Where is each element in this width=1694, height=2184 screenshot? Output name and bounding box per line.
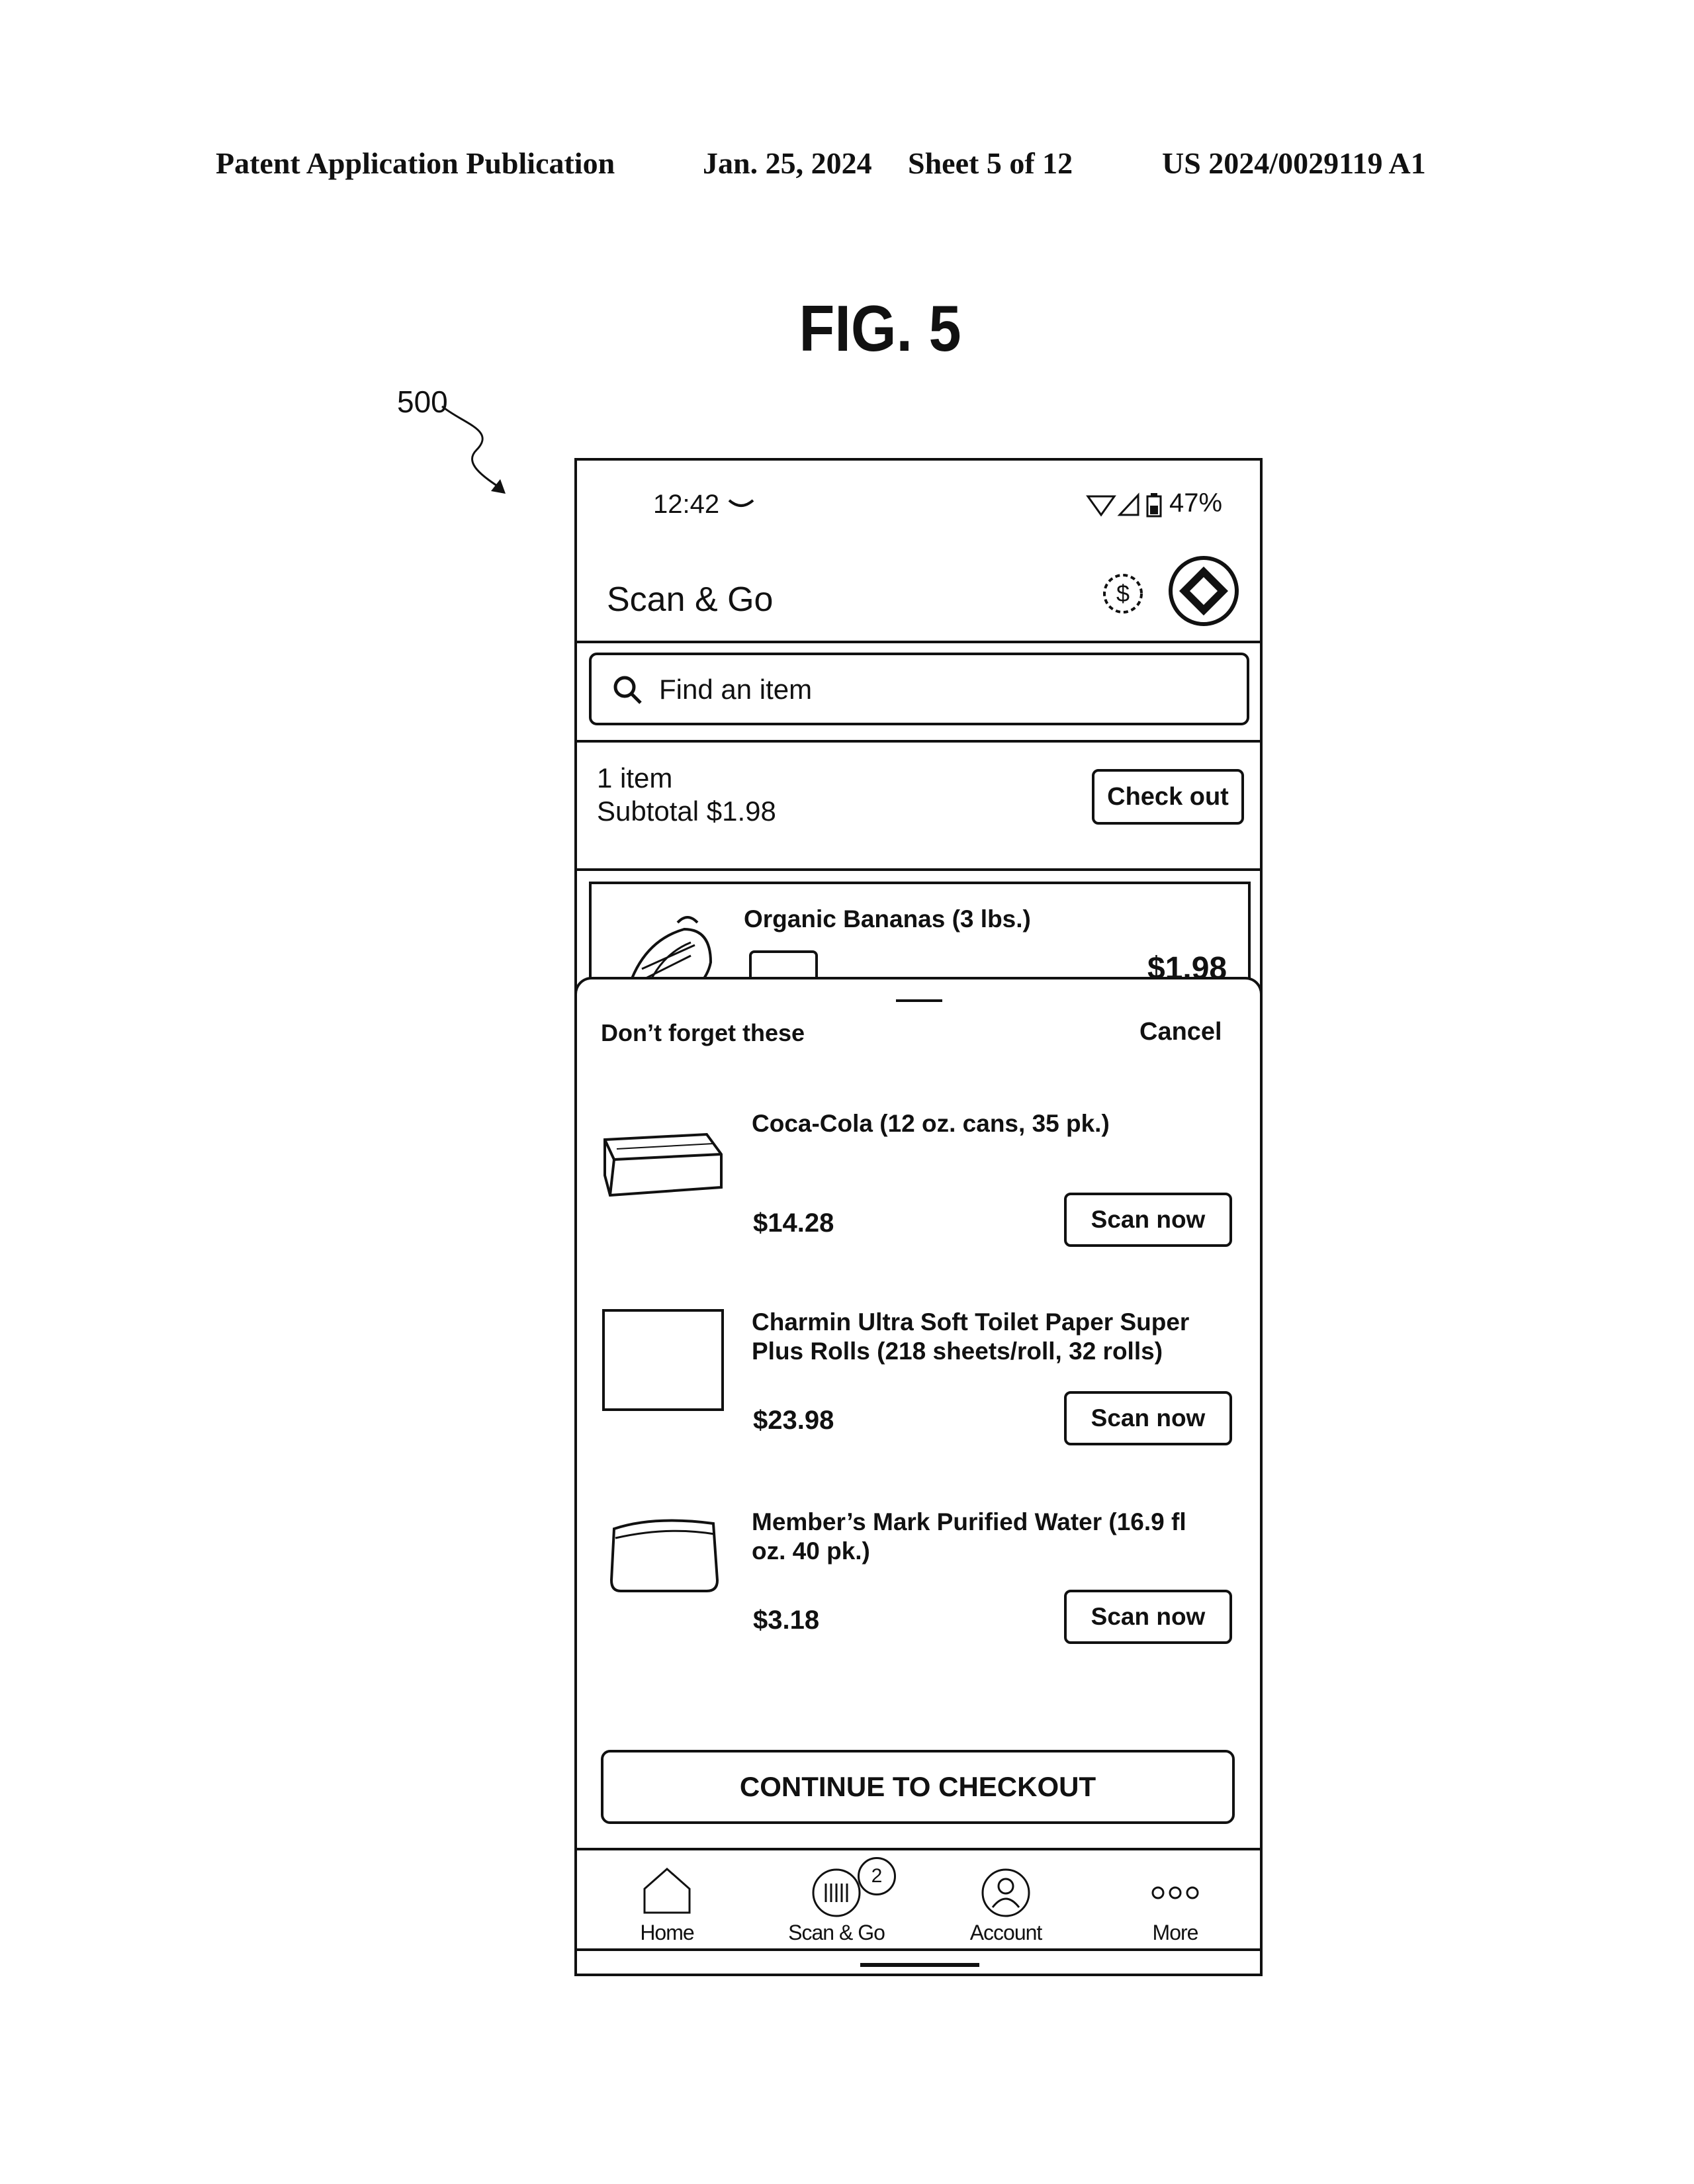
figure-title: FIG. 5	[88, 291, 1672, 366]
drag-handle[interactable]	[896, 999, 942, 1002]
cancel-button[interactable]: Cancel	[1139, 1018, 1222, 1046]
app-bar: Scan & Go $	[577, 547, 1260, 643]
subtotal: Subtotal $1.98	[597, 796, 776, 827]
item-count: 1 item	[597, 762, 672, 794]
connectivity-icons	[1085, 491, 1165, 520]
sheet-title: Don’t forget these	[601, 1019, 805, 1047]
bottom-nav: Home 2 Scan & Go Account	[577, 1848, 1263, 1951]
suggestion-price: $3.18	[753, 1606, 819, 1635]
water-pack-icon	[601, 1514, 727, 1600]
svg-text:$: $	[1116, 580, 1130, 607]
cart-item-name: Organic Bananas (3 lbs.)	[744, 905, 1031, 933]
check-out-button[interactable]: Check out	[1092, 769, 1244, 825]
nav-item-home[interactable]: Home	[601, 1850, 733, 1950]
search-section	[577, 643, 1260, 743]
patent-header: Patent Application Publication Jan. 25, …	[0, 146, 1694, 185]
suggestion-name: Charmin Ultra Soft Toilet Paper Super Pl…	[752, 1308, 1215, 1366]
dollar-circle-icon[interactable]: $	[1100, 570, 1146, 617]
barcode-scan-icon	[810, 1866, 863, 1919]
phone-screen: 12:42 47% Scan & Go $	[574, 458, 1263, 1976]
brand-diamond-icon[interactable]	[1167, 555, 1240, 627]
suggestion-name: Coca-Cola (12 oz. cans, 35 pk.)	[752, 1109, 1215, 1138]
nav-item-account[interactable]: Account	[940, 1850, 1072, 1950]
suggestions-sheet: Don’t forget these Cancel Coca-Cola (12 …	[574, 977, 1263, 1835]
home-indicator[interactable]	[860, 1963, 979, 1967]
notification-icon	[728, 498, 754, 511]
search-icon	[611, 674, 645, 707]
scan-now-button[interactable]: Scan now	[1064, 1391, 1232, 1445]
reference-arrow-icon	[437, 404, 516, 503]
nav-item-scan-and-go[interactable]: 2 Scan & Go	[770, 1850, 903, 1950]
search-input[interactable]	[658, 668, 1229, 711]
publication-label: Patent Application Publication	[216, 146, 615, 181]
cart-summary: 1 item Subtotal $1.98 Check out	[577, 743, 1260, 871]
suggestion-price: $23.98	[753, 1406, 834, 1435]
suggestion-item: Member’s Mark Purified Water (16.9 fl oz…	[577, 1508, 1263, 1693]
box-icon	[601, 1122, 727, 1202]
search-bar[interactable]	[589, 653, 1249, 725]
publication-date: Jan. 25, 2024	[703, 146, 872, 181]
scan-now-button[interactable]: Scan now	[1064, 1590, 1232, 1644]
scan-now-button[interactable]: Scan now	[1064, 1193, 1232, 1247]
status-time: 12:42	[653, 490, 719, 520]
patent-number: US 2024/0029119 A1	[1162, 146, 1426, 181]
nav-label: Account	[940, 1921, 1072, 1945]
cart-count-badge: 2	[858, 1857, 896, 1895]
battery-percentage: 47%	[1169, 488, 1222, 518]
home-icon	[641, 1866, 693, 1915]
suggestion-item: Coca-Cola (12 oz. cans, 35 pk.) $14.28 S…	[577, 1109, 1263, 1295]
image-placeholder-icon	[601, 1308, 727, 1414]
account-icon	[979, 1866, 1032, 1919]
nav-label: More	[1109, 1921, 1241, 1945]
continue-to-checkout-button[interactable]: CONTINUE TO CHECKOUT	[601, 1750, 1235, 1824]
status-bar: 12:42 47%	[577, 461, 1260, 547]
nav-item-more[interactable]: More	[1109, 1850, 1241, 1950]
nav-label: Home	[601, 1921, 733, 1945]
sheet-number: Sheet 5 of 12	[908, 146, 1073, 181]
app-title: Scan & Go	[607, 580, 773, 619]
suggestion-price: $14.28	[753, 1208, 834, 1238]
more-icon	[1149, 1866, 1202, 1919]
suggestion-item: Charmin Ultra Soft Toilet Paper Super Pl…	[577, 1308, 1263, 1493]
suggestion-name: Member’s Mark Purified Water (16.9 fl oz…	[752, 1508, 1215, 1566]
nav-label: Scan & Go	[770, 1921, 903, 1945]
